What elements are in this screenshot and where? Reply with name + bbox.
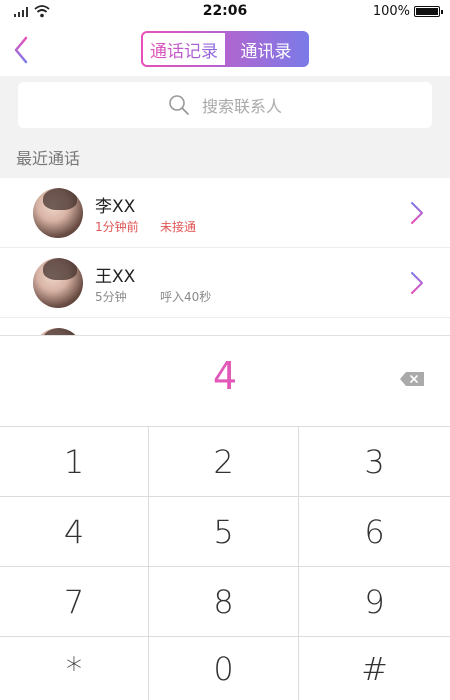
chevron-right-icon — [411, 272, 423, 294]
search-input[interactable]: 搜索联系人 — [18, 82, 432, 128]
search-area: 搜索联系人 — [0, 76, 450, 134]
battery-percent: 100% — [372, 4, 410, 19]
call-time: 5分钟 — [95, 290, 127, 304]
status-bar: 22:06 100% — [0, 0, 450, 24]
call-status: 呼入40秒 — [160, 290, 212, 304]
section-title: 最近通话 — [16, 149, 81, 168]
key-8[interactable]: 8 — [149, 566, 299, 636]
dial-display: 4 — [0, 336, 450, 426]
key-2[interactable]: 2 — [149, 426, 299, 496]
key-3[interactable]: 3 — [299, 426, 450, 496]
contact-name: 王XX — [95, 267, 136, 287]
key-0[interactable]: 0 — [149, 636, 299, 700]
key-9[interactable]: 9 — [299, 566, 450, 636]
nav-bar: 通话记录 通讯录 — [0, 24, 450, 76]
key-1[interactable]: 1 — [0, 426, 149, 496]
list-item[interactable]: 李XX 1分钟前 未接通 — [0, 178, 450, 248]
key-6[interactable]: 6 — [299, 496, 450, 566]
call-time: 1分钟前 — [95, 220, 139, 234]
chevron-right-icon — [411, 202, 423, 224]
key-hash[interactable]: # — [299, 636, 450, 700]
key-7[interactable]: 7 — [0, 566, 149, 636]
dialed-number: 4 — [212, 354, 238, 398]
dial-pad: 4 1 2 3 4 5 6 7 8 9 * 0 # — [0, 335, 450, 700]
key-star[interactable]: * — [0, 636, 149, 700]
avatar — [33, 258, 83, 308]
backspace-icon[interactable] — [400, 372, 424, 386]
search-placeholder: 搜索联系人 — [201, 97, 282, 116]
call-status: 未接通 — [160, 220, 197, 234]
tab-contacts[interactable]: 通讯录 — [225, 33, 307, 65]
back-icon[interactable] — [8, 34, 38, 66]
tab-call-history[interactable]: 通话记录 — [143, 33, 225, 65]
key-4[interactable]: 4 — [0, 496, 149, 566]
contact-name: 李XX — [95, 197, 136, 217]
list-item[interactable]: 王XX 5分钟 呼入40秒 — [0, 248, 450, 318]
key-5[interactable]: 5 — [149, 496, 299, 566]
avatar — [33, 188, 83, 238]
keypad: 1 2 3 4 5 6 7 8 9 * 0 # — [0, 426, 450, 700]
segment-control: 通话记录 通讯录 — [141, 31, 309, 67]
battery-icon — [414, 6, 443, 17]
search-icon — [169, 95, 189, 115]
